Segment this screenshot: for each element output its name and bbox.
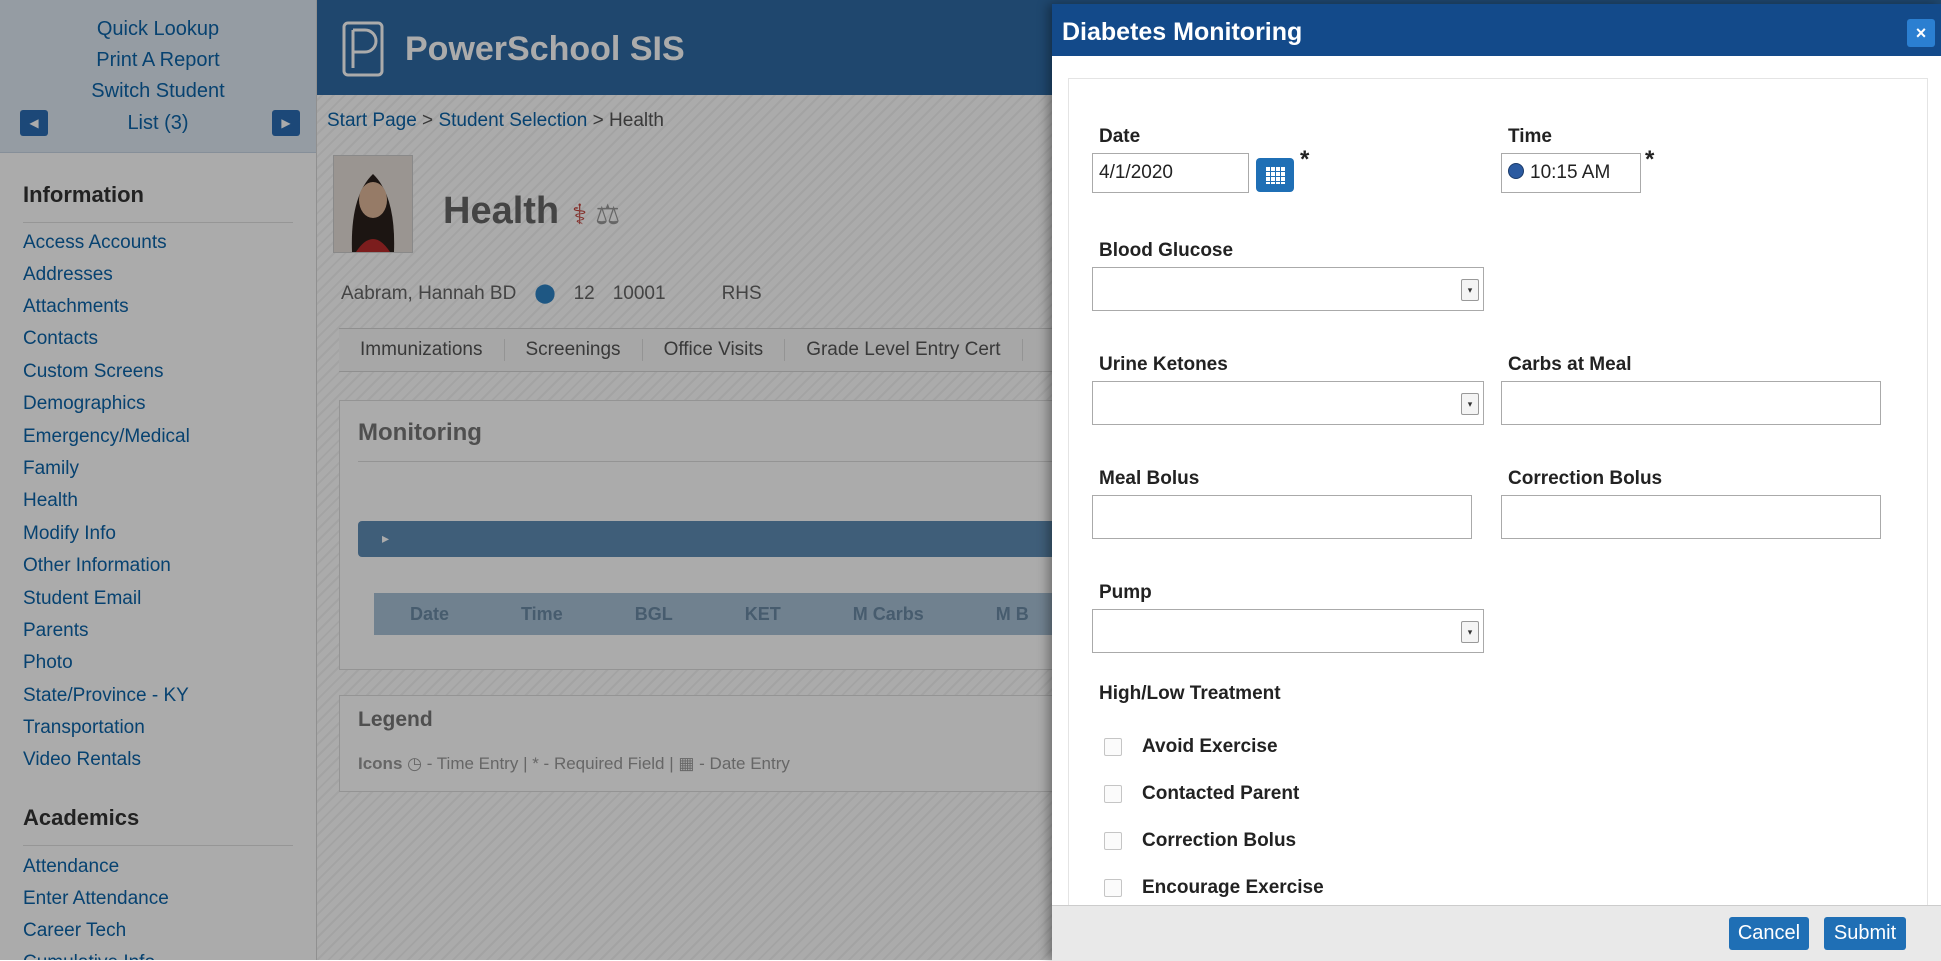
chevron-down-icon: ▾ [1461,279,1479,301]
calendar-icon [1265,166,1285,184]
calendar-button[interactable] [1256,158,1294,192]
urine-ketones-select[interactable]: ▾ [1092,381,1484,425]
correction-bolus-field[interactable] [1501,495,1881,539]
pump-select[interactable]: ▾ [1092,609,1484,653]
treatment-label: High/Low Treatment [1099,683,1281,704]
time-value: 10:15 AM [1530,162,1611,183]
chevron-down-icon: ▾ [1461,393,1479,415]
date-label: Date [1099,126,1141,147]
clock-icon [1508,163,1524,179]
urine-ketones-label: Urine Ketones [1099,354,1228,375]
correction-bolus-checkbox[interactable] [1104,832,1122,850]
encourage-exercise-checkbox[interactable] [1104,879,1122,897]
meal-bolus-label: Meal Bolus [1099,468,1200,489]
required-marker: * [1645,146,1655,173]
close-icon: × [1915,23,1927,43]
correction-bolus-treatment-label: Correction Bolus [1142,830,1297,851]
chevron-down-icon: ▾ [1461,621,1479,643]
time-label: Time [1508,126,1553,147]
close-button[interactable]: × [1907,19,1935,47]
blood-glucose-label: Blood Glucose [1099,240,1234,261]
avoid-exercise-label: Avoid Exercise [1142,736,1278,757]
cancel-button[interactable]: Cancel [1729,917,1809,950]
avoid-exercise-checkbox[interactable] [1104,738,1122,756]
meal-bolus-field[interactable] [1092,495,1472,539]
blood-glucose-select[interactable]: ▾ [1092,267,1484,311]
contacted-parent-label: Contacted Parent [1142,783,1300,804]
pump-label: Pump [1099,582,1152,603]
carbs-at-meal-label: Carbs at Meal [1508,354,1632,375]
date-field[interactable] [1092,153,1249,193]
encourage-exercise-label: Encourage Exercise [1142,877,1324,898]
time-field[interactable]: 10:15 AM [1501,153,1641,193]
dialog-title: Diabetes Monitoring [1062,18,1303,46]
correction-bolus-label: Correction Bolus [1508,468,1663,489]
contacted-parent-checkbox[interactable] [1104,785,1122,803]
dialog-footer: Cancel Submit [1052,905,1941,961]
required-marker: * [1300,146,1310,173]
carbs-at-meal-field[interactable] [1501,381,1881,425]
submit-button[interactable]: Submit [1824,917,1906,950]
dialog-header: Diabetes Monitoring × [1052,4,1941,56]
